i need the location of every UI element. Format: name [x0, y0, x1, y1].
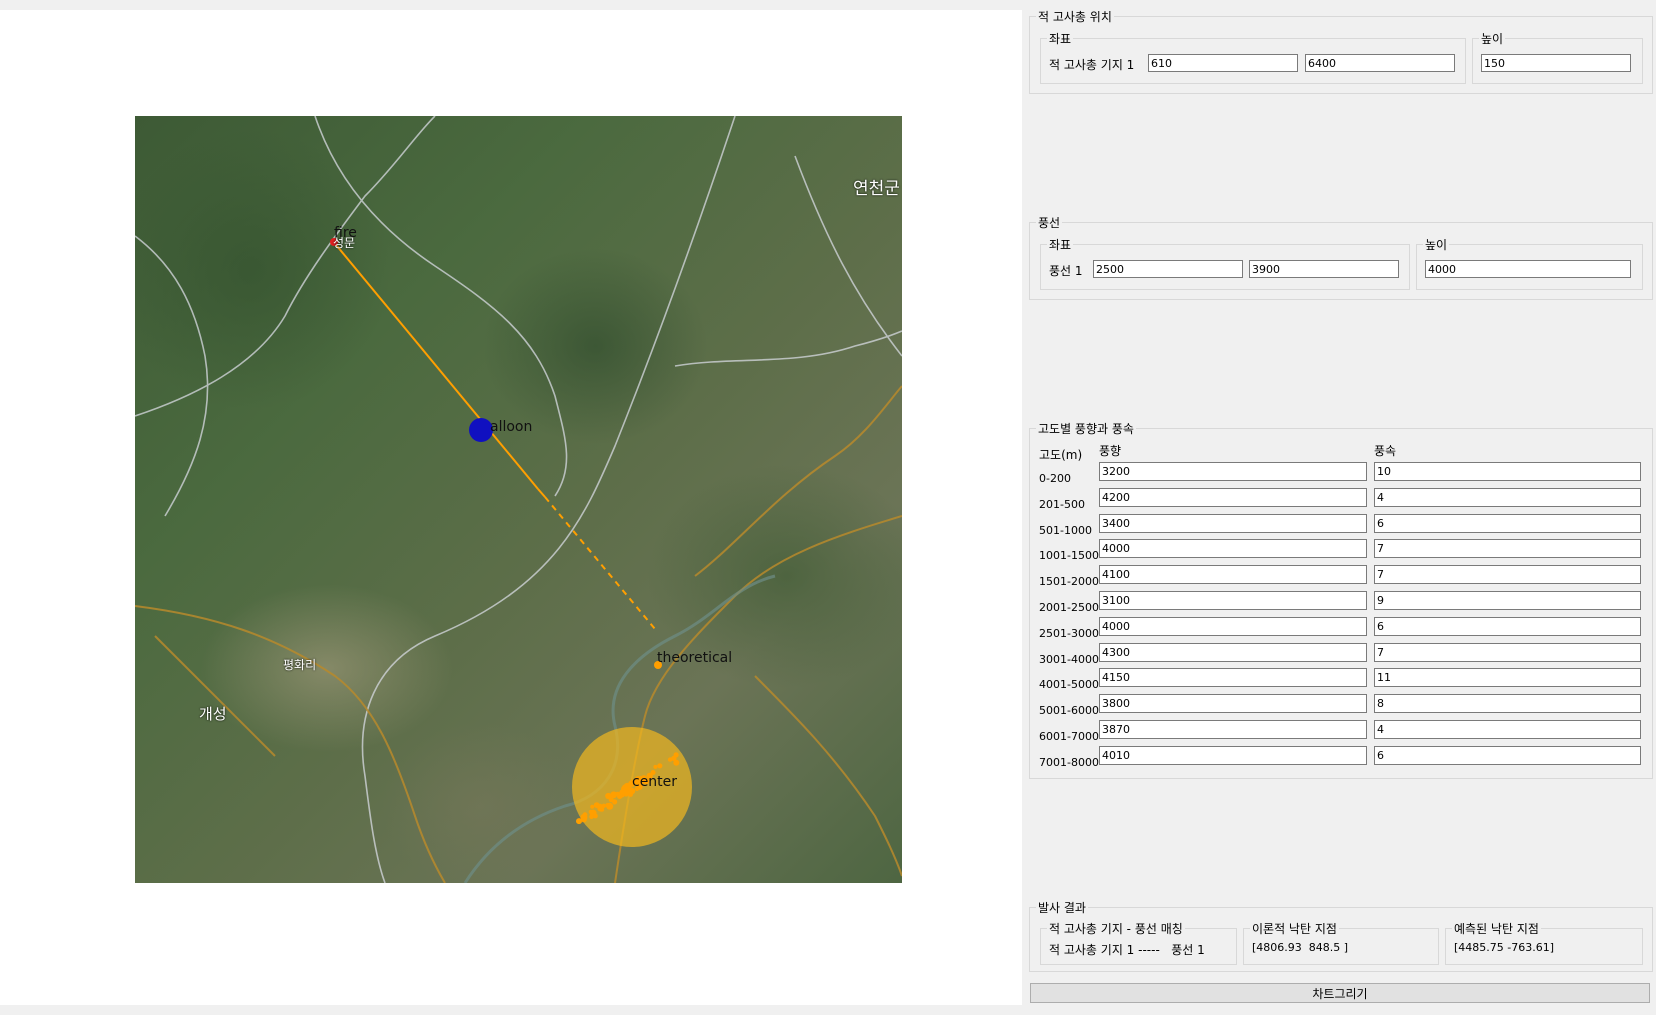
balloon-x-input[interactable] [1093, 260, 1243, 278]
trajectory-dashed-line [544, 496, 656, 630]
wind-row-altitude: 2001-2500 [1039, 601, 1099, 614]
map-roads [135, 116, 902, 883]
wind-direction-input[interactable] [1099, 668, 1367, 687]
balloon-y-input[interactable] [1249, 260, 1399, 278]
wind-speed-input[interactable] [1374, 591, 1641, 610]
enemy-y-input[interactable] [1305, 54, 1455, 72]
scatter-point [673, 752, 679, 758]
wind-direction-input[interactable] [1099, 591, 1367, 610]
balloon-label-text: 풍선 1 [1049, 264, 1083, 278]
wind-row-altitude: 6001-7000 [1039, 730, 1099, 743]
wind-row-altitude: 501-1000 [1039, 524, 1092, 537]
wind-col-altitude: 고도(m) [1039, 448, 1083, 462]
predicted-legend: 예측된 낙탄 지점 [1454, 922, 1539, 936]
enemy-position-legend: 적 고사총 위치 [1038, 10, 1112, 24]
wind-direction-input[interactable] [1099, 720, 1367, 739]
scatter-point [605, 792, 612, 800]
wind-direction-input[interactable] [1099, 643, 1367, 662]
wind-row-altitude: 1501-2000 [1039, 575, 1099, 588]
wind-direction-input[interactable] [1099, 617, 1367, 636]
bottom-strip [0, 1005, 1656, 1015]
scatter-point [606, 802, 614, 810]
scatter-point [615, 791, 620, 796]
scatter-point [596, 803, 604, 811]
wind-direction-input[interactable] [1099, 746, 1367, 765]
scatter-point [673, 759, 680, 766]
scatter-point [589, 810, 594, 815]
predicted-value: [4485.75 -763.61] [1454, 941, 1555, 954]
wind-speed-input[interactable] [1374, 746, 1641, 765]
theoretical-label: theoretical [657, 650, 733, 666]
wind-row-altitude: 4001-5000 [1039, 678, 1099, 691]
satellite-map: 연천군 개성 평화리 성문 fire alloon theoretical ce… [135, 116, 902, 883]
wind-speed-input[interactable] [1374, 668, 1641, 687]
balloon-coords-legend: 좌표 [1049, 238, 1072, 252]
enemy-height-legend: 높이 [1481, 32, 1504, 46]
wind-speed-input[interactable] [1374, 539, 1641, 558]
scatter-point [653, 764, 658, 769]
wind-direction-input[interactable] [1099, 462, 1367, 481]
match-legend: 적 고사총 기지 - 풍선 매칭 [1049, 922, 1183, 936]
wind-row-altitude: 201-500 [1039, 498, 1085, 511]
scatter-point [590, 804, 595, 809]
match-value: 적 고사총 기지 1 ----- 풍선 1 [1049, 943, 1205, 957]
balloon-legend: 풍선 [1038, 216, 1061, 230]
scatter-point [589, 814, 594, 820]
scatter-point [623, 785, 629, 792]
enemy-base-label: 적 고사총 기지 1 [1049, 58, 1135, 72]
result-legend: 발사 결과 [1038, 901, 1086, 915]
scatter-point [580, 813, 588, 821]
trajectory-line [331, 239, 539, 490]
wind-direction-input[interactable] [1099, 694, 1367, 713]
enemy-height-input[interactable] [1481, 54, 1631, 72]
wind-legend: 고도별 풍향과 풍속 [1038, 422, 1134, 436]
wind-speed-input[interactable] [1374, 488, 1641, 507]
enemy-coords-legend: 좌표 [1049, 32, 1072, 46]
wind-row-altitude: 0-200 [1039, 472, 1071, 485]
wind-speed-input[interactable] [1374, 720, 1641, 739]
wind-speed-input[interactable] [1374, 514, 1641, 533]
wind-row-altitude: 1001-1500 [1039, 549, 1099, 562]
scatter-point [667, 757, 673, 762]
trajectory-line-continued [537, 488, 546, 498]
map-highways [135, 385, 902, 883]
map-overlay [135, 116, 902, 883]
wind-col-direction: 풍향 [1099, 444, 1122, 458]
wind-direction-input[interactable] [1099, 565, 1367, 584]
wind-row-altitude: 3001-4000 [1039, 653, 1099, 666]
wind-row-altitude: 2501-3000 [1039, 627, 1099, 640]
scatter-point [612, 799, 618, 805]
wind-speed-input[interactable] [1374, 643, 1641, 662]
wind-speed-input[interactable] [1374, 565, 1641, 584]
place-label-pyeonghwa: 평화리 [283, 658, 317, 672]
theoretical-value: [4806.93 848.5 ] [1252, 941, 1349, 954]
balloon-height-input[interactable] [1425, 260, 1631, 278]
fire-label: fire [334, 225, 357, 241]
balloon-label: alloon [490, 419, 533, 435]
center-label: center [632, 774, 678, 790]
wind-row-altitude: 5001-6000 [1039, 704, 1099, 717]
place-label-yeoncheon: 연천군 [853, 179, 900, 199]
enemy-x-input[interactable] [1148, 54, 1298, 72]
wind-speed-input[interactable] [1374, 694, 1641, 713]
plot-canvas: 연천군 개성 평화리 성문 fire alloon theoretical ce… [0, 10, 1022, 1005]
place-label-gaeseong: 개성 [199, 705, 227, 723]
scatter-point [593, 813, 598, 819]
balloon-height-legend: 높이 [1425, 238, 1448, 252]
scatter-point [624, 792, 629, 797]
scatter-point [657, 763, 663, 769]
wind-speed-input[interactable] [1374, 462, 1641, 481]
wind-direction-input[interactable] [1099, 539, 1367, 558]
wind-direction-input[interactable] [1099, 488, 1367, 507]
wind-speed-input[interactable] [1374, 617, 1641, 636]
wind-direction-input[interactable] [1099, 514, 1367, 533]
wind-row-altitude: 7001-8000 [1039, 756, 1099, 769]
draw-chart-button[interactable]: 차트그리기 [1030, 983, 1650, 1003]
wind-col-speed: 풍속 [1374, 444, 1397, 458]
theoretical-legend: 이론적 낙탄 지점 [1252, 922, 1337, 936]
